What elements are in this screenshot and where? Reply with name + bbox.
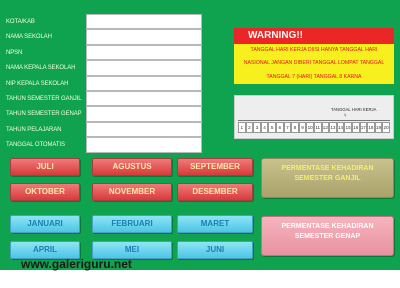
form-row-nama-kepala: NAMA KEPALA SEKOLAH bbox=[6, 60, 202, 76]
month-button-juli[interactable]: JULI bbox=[10, 158, 80, 176]
semester-genap-input[interactable] bbox=[86, 106, 202, 122]
month-button-agustus[interactable]: AGUSTUS bbox=[92, 158, 172, 176]
date-tick[interactable]: 7 bbox=[283, 122, 292, 133]
form-row-semester-ganjil: TAHUN SEMESTER GANJIL bbox=[6, 90, 202, 107]
form-row-nama-sekolah: NAMA SEKOLAH bbox=[6, 29, 202, 45]
form-label: NIP KEPALA SEKOLAH bbox=[6, 80, 69, 87]
tahun-pelajaran-input[interactable] bbox=[86, 121, 202, 138]
date-tick[interactable]: 13 bbox=[329, 122, 337, 133]
warning-title: WARNING!! bbox=[234, 28, 394, 44]
month-button-desember[interactable]: DESEMBER bbox=[177, 183, 253, 201]
date-tick[interactable]: 20 bbox=[382, 122, 390, 133]
month-button-januari[interactable]: JANUARI bbox=[10, 215, 80, 233]
semester-ganjil-input[interactable] bbox=[86, 90, 202, 107]
nip-kepala-input[interactable] bbox=[86, 75, 202, 91]
form-row-tanggal-otomatis: TANGGAL OTOMATIS bbox=[6, 137, 202, 153]
form-label: NPSN bbox=[6, 49, 23, 56]
date-tick[interactable]: 4 bbox=[260, 122, 269, 133]
footer-strip bbox=[0, 270, 400, 288]
month-button-oktober[interactable]: OKTOBER bbox=[10, 183, 80, 201]
month-button-maret[interactable]: MARET bbox=[177, 215, 253, 233]
date-tick[interactable]: 12 bbox=[321, 122, 330, 133]
nama-sekolah-input[interactable] bbox=[86, 29, 202, 45]
npsn-input[interactable] bbox=[86, 44, 202, 61]
date-tick[interactable]: 2 bbox=[245, 122, 254, 133]
nama-kepala-input[interactable] bbox=[86, 60, 202, 76]
spreadsheet-sheet: KOTA/KAB NAMA SEKOLAH NPSN NAMA KEPALA S… bbox=[0, 0, 400, 288]
form-label: TANGGAL OTOMATIS bbox=[6, 142, 65, 149]
tanggal-otomatis-input[interactable] bbox=[86, 137, 202, 153]
warning-line: TANGGAL HARI KERJA DIISI HANYA TANGGAL H… bbox=[250, 47, 378, 53]
form-row-semester-genap: TAHUN SEMESTER GENAP bbox=[6, 106, 202, 122]
month-button-februari[interactable]: FEBRUARI bbox=[92, 215, 172, 233]
form-label: NAMA SEKOLAH bbox=[6, 34, 52, 41]
date-tick[interactable]: 16 bbox=[351, 122, 360, 133]
date-tick[interactable]: 14 bbox=[336, 122, 345, 133]
date-scale: 1 2 3 4 5 6 7 8 9 10 11 12 13 14 15 16 17 18 19 20 bbox=[238, 122, 390, 133]
date-tick[interactable]: 8 bbox=[291, 122, 299, 133]
date-tick[interactable]: 1 bbox=[238, 122, 246, 133]
date-tick[interactable]: 10 bbox=[306, 122, 314, 133]
month-button-september[interactable]: SEPTEMBER bbox=[177, 158, 253, 176]
warning-line: NASIONAL JANGAN DIBERI TANGGAL LOMPAT TA… bbox=[243, 60, 385, 67]
warning-line: TANGGAL 7 (HARI) TANGGAL 8 KARNA bbox=[266, 73, 362, 80]
warning-box: TANGGAL HARI KERJA DIISI HANYA TANGGAL H… bbox=[234, 44, 394, 84]
date-scale-line bbox=[238, 120, 390, 121]
form-label: TAHUN PELAJARAN bbox=[6, 126, 62, 133]
date-tick[interactable]: 19 bbox=[374, 122, 383, 133]
date-tick[interactable]: 11 bbox=[313, 122, 322, 133]
form-label: NAMA KEPALA SEKOLAH bbox=[6, 65, 76, 72]
form-label: TAHUN SEMESTER GENAP bbox=[6, 111, 82, 118]
date-tick[interactable]: 17 bbox=[359, 122, 368, 133]
persentase-semester-ganjil-button[interactable]: PERMENTASE KEHADIRAN SEMESTER GANJIL bbox=[261, 158, 394, 198]
form-row-tahun-pelajaran: TAHUN PELAJARAN bbox=[6, 121, 202, 138]
form-label: KOTA/KAB bbox=[6, 19, 35, 25]
form-row-npsn: NPSN bbox=[6, 44, 202, 61]
date-tick[interactable]: 6 bbox=[275, 122, 284, 133]
kota-input[interactable] bbox=[86, 14, 202, 30]
pointer-icon: ♀ bbox=[343, 113, 348, 119]
form-label: TAHUN SEMESTER GANJIL bbox=[6, 95, 82, 102]
date-scale-panel: TANGGAL HARI KERJA ♀ 1 2 3 4 5 6 7 8 9 10 11 12 13 14… bbox=[234, 95, 394, 139]
form-row-kota: KOTA/KAB bbox=[6, 14, 202, 30]
month-button-november[interactable]: NOVEMBER bbox=[92, 183, 172, 201]
site-watermark: www.galeriguru.net bbox=[21, 257, 132, 271]
month-button-juni[interactable]: JUNI bbox=[177, 241, 253, 259]
school-form: KOTA/KAB NAMA SEKOLAH NPSN NAMA KEPALA S… bbox=[6, 14, 202, 153]
form-row-nip-kepala: NIP KEPALA SEKOLAH bbox=[6, 75, 202, 91]
date-tick[interactable]: 18 bbox=[367, 122, 375, 133]
date-tick[interactable]: 9 bbox=[298, 122, 307, 133]
date-scale-caption: TANGGAL HARI KERJA bbox=[331, 107, 377, 112]
persentase-semester-genap-button[interactable]: PERMENTASE KEHADIRAN SEMESTER GENAP bbox=[261, 216, 394, 256]
date-tick[interactable]: 5 bbox=[268, 122, 276, 133]
date-tick[interactable]: 15 bbox=[344, 122, 352, 133]
date-tick[interactable]: 3 bbox=[253, 122, 261, 133]
